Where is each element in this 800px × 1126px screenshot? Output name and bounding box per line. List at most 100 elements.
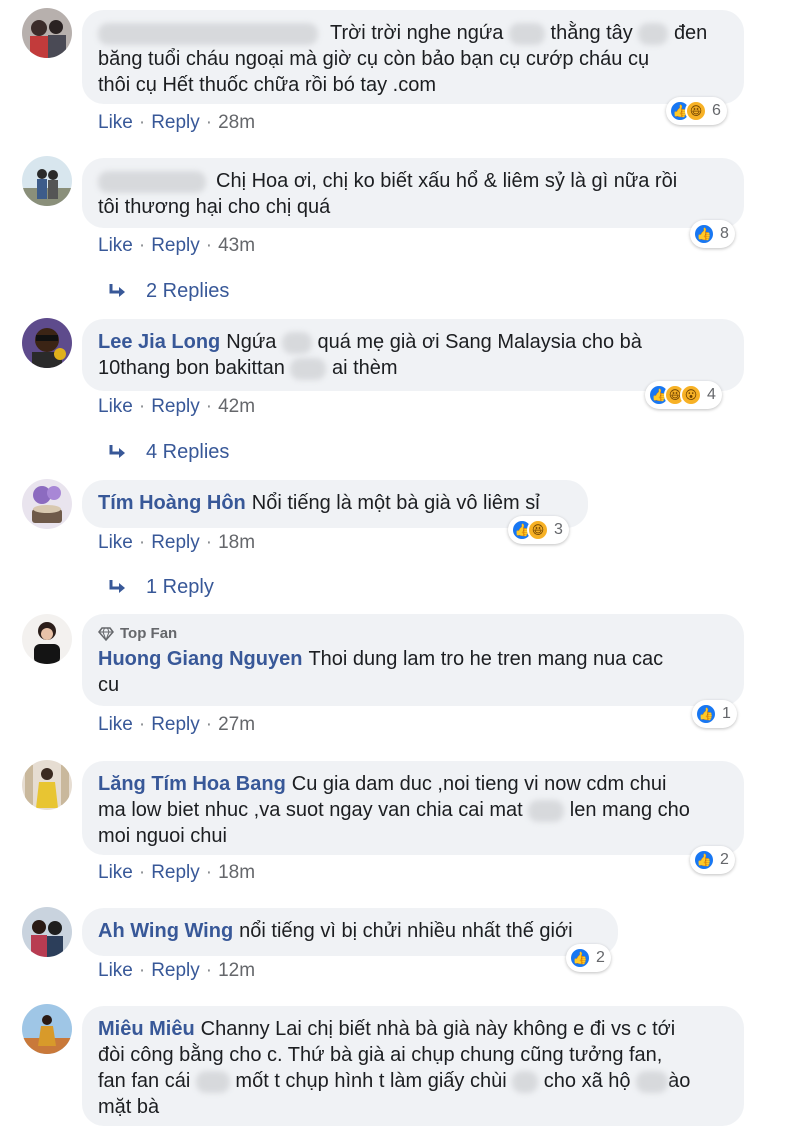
redacted-text bbox=[638, 22, 669, 45]
reaction-count: 4 bbox=[707, 386, 716, 403]
reaction-summary[interactable]: 👍 😆 3 bbox=[508, 516, 569, 544]
like-icon: 👍 bbox=[693, 223, 715, 245]
comment-text: Ngứa bbox=[226, 331, 277, 353]
reply-link[interactable]: Reply bbox=[151, 714, 200, 735]
timestamp[interactable]: 18m bbox=[218, 862, 255, 883]
comment-bubble: Lăng Tím Hoa Bang Cu gia dam duc ,noi tie… bbox=[82, 761, 744, 855]
avatar[interactable] bbox=[22, 156, 72, 206]
reaction-summary[interactable]: 👍 2 bbox=[690, 846, 735, 874]
comment-text: cu bbox=[98, 674, 120, 696]
avatar[interactable] bbox=[22, 614, 72, 664]
redacted-name bbox=[98, 22, 318, 45]
reaction-count: 6 bbox=[712, 102, 721, 119]
comment-text: len mang cho bbox=[569, 799, 690, 821]
reply-link[interactable]: Reply bbox=[151, 862, 200, 883]
like-link[interactable]: Like bbox=[98, 862, 133, 883]
timestamp[interactable]: 42m bbox=[218, 396, 255, 417]
redacted-name bbox=[98, 170, 206, 193]
like-link[interactable]: Like bbox=[98, 532, 133, 553]
commenter-name[interactable]: Ah Wing Wing bbox=[98, 920, 233, 942]
comment-text: cho xã hộ bbox=[543, 1070, 631, 1092]
timestamp[interactable]: 28m bbox=[218, 112, 255, 133]
comment-actions: Like · Reply · 18m bbox=[98, 532, 256, 553]
comment-text: ma low biet nhuc ,va suot ngay van chia … bbox=[98, 799, 523, 821]
comment-text: Cu gia dam duc ,noi tieng vi now cdm chu… bbox=[291, 773, 667, 795]
top-fan-badge: Top Fan bbox=[98, 624, 728, 644]
reply-arrow-icon bbox=[109, 444, 125, 458]
like-link[interactable]: Like bbox=[98, 112, 133, 133]
reaction-count: 2 bbox=[596, 949, 605, 966]
reply-link[interactable]: Reply bbox=[151, 235, 200, 256]
commenter-name[interactable]: Huong Giang Nguyen bbox=[98, 648, 302, 670]
comment-text: đòi công bằng cho c. Thứ bà già ai chụp … bbox=[98, 1044, 663, 1066]
redacted-text bbox=[508, 22, 545, 45]
like-icon: 👍 bbox=[693, 849, 715, 871]
reply-arrow-icon bbox=[109, 283, 125, 297]
like-icon: 👍 bbox=[569, 947, 591, 969]
avatar[interactable] bbox=[22, 318, 72, 368]
timestamp[interactable]: 43m bbox=[218, 235, 255, 256]
comment-text: quá mẹ già ơi Sang Malaysia cho bà bbox=[317, 331, 642, 353]
reaction-summary[interactable]: 👍 8 bbox=[690, 220, 735, 248]
avatar[interactable] bbox=[22, 907, 72, 957]
comment-actions: Like · Reply · 27m bbox=[98, 714, 256, 735]
reaction-summary[interactable]: 👍 😆 😮 4 bbox=[645, 381, 722, 409]
comment-text: mặt bà bbox=[98, 1096, 160, 1118]
comment-text: 10thang bon bakittan bbox=[98, 357, 285, 379]
comment-text: thằng tây bbox=[550, 22, 633, 44]
diamond-icon bbox=[98, 627, 114, 641]
like-link[interactable]: Like bbox=[98, 396, 133, 417]
commenter-name[interactable]: Miêu Miêu bbox=[98, 1018, 195, 1040]
comment-actions: Like · Reply · 28m bbox=[98, 112, 256, 133]
avatar[interactable] bbox=[22, 479, 72, 529]
comment-text: thôi cụ Hết thuốc chữa rồi bó tay .com bbox=[98, 74, 436, 96]
reply-link[interactable]: Reply bbox=[151, 112, 200, 133]
reaction-summary[interactable]: 👍 😆 6 bbox=[666, 97, 727, 125]
view-replies-link[interactable]: 4 Replies bbox=[108, 441, 229, 464]
commenter-name[interactable]: Lăng Tím Hoa Bang bbox=[98, 773, 286, 795]
like-icon: 👍 bbox=[695, 703, 717, 725]
comment-text: mốt t chụp hình t làm giấy chùi bbox=[235, 1070, 507, 1092]
reply-link[interactable]: Reply bbox=[151, 532, 200, 553]
comment-text: Chị Hoa ơi, chị ko biết xấu hổ & liêm sỷ… bbox=[216, 170, 678, 192]
haha-icon: 😆 bbox=[685, 100, 707, 122]
reaction-summary[interactable]: 👍 2 bbox=[566, 944, 611, 972]
reaction-count: 8 bbox=[720, 225, 729, 242]
reaction-summary[interactable]: 👍 1 bbox=[692, 700, 737, 728]
view-replies-link[interactable]: 1 Reply bbox=[108, 576, 214, 599]
comment-text: fan fan cái bbox=[98, 1070, 191, 1092]
avatar[interactable] bbox=[22, 1004, 72, 1054]
avatar[interactable] bbox=[22, 760, 72, 810]
timestamp[interactable]: 18m bbox=[218, 532, 255, 553]
like-link[interactable]: Like bbox=[98, 714, 133, 735]
comment-text: băng tuổi cháu ngoại mà giờ cụ còn bảo b… bbox=[98, 48, 650, 70]
comment-text: moi nguoi chui bbox=[98, 825, 227, 847]
redacted-text bbox=[512, 1070, 539, 1093]
comment-bubble: Ah Wing Wing nổi tiếng vì bị chửi nhiều n… bbox=[82, 908, 618, 956]
reply-link[interactable]: Reply bbox=[151, 960, 200, 981]
commenter-name[interactable]: Lee Jia Long bbox=[98, 331, 220, 353]
avatar[interactable] bbox=[22, 8, 72, 58]
replies-label: 2 Replies bbox=[146, 280, 230, 302]
reply-link[interactable]: Reply bbox=[151, 396, 200, 417]
comment-text: ào bbox=[668, 1070, 691, 1092]
redacted-text bbox=[195, 1070, 230, 1093]
view-replies-link[interactable]: 2 Replies bbox=[108, 280, 229, 303]
comment-text: đen bbox=[673, 22, 708, 44]
comment-actions: Like · Reply · 12m bbox=[98, 960, 256, 981]
timestamp[interactable]: 27m bbox=[218, 714, 255, 735]
redacted-text bbox=[528, 799, 565, 822]
reaction-count: 2 bbox=[720, 851, 729, 868]
like-link[interactable]: Like bbox=[98, 235, 133, 256]
redacted-text bbox=[636, 1070, 669, 1093]
comment-text: tôi thương hại cho chị quá bbox=[98, 196, 331, 218]
redacted-text bbox=[290, 357, 327, 380]
comment-bubble: Miêu Miêu Channy Lai chị biết nhà bà già … bbox=[82, 1006, 744, 1126]
comment-bubble: Chị Hoa ơi, chị ko biết xấu hổ & liêm sỷ… bbox=[82, 158, 744, 228]
commenter-name[interactable]: Tím Hoàng Hôn bbox=[98, 492, 246, 514]
comment-actions: Like · Reply · 18m bbox=[98, 862, 256, 883]
like-link[interactable]: Like bbox=[98, 960, 133, 981]
wow-icon: 😮 bbox=[680, 384, 702, 406]
comment-text: Trời trời nghe ngứa bbox=[330, 22, 504, 44]
timestamp[interactable]: 12m bbox=[218, 960, 255, 981]
